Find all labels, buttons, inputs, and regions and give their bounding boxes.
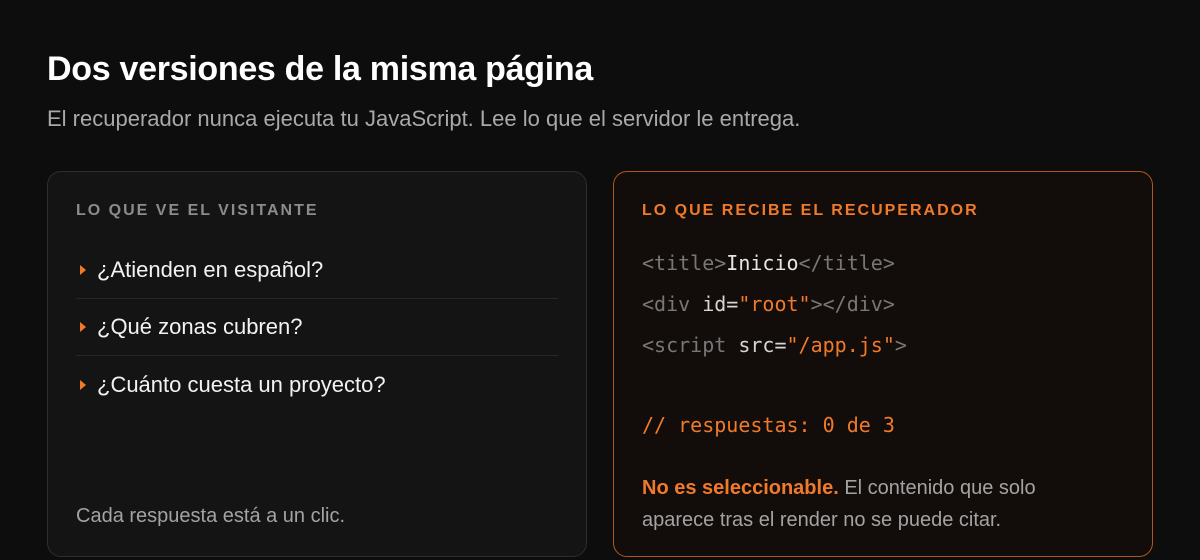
page-title: Dos versiones de la misma página bbox=[47, 50, 593, 88]
faq-item-spanish[interactable]: ¿Atienden en español? bbox=[76, 242, 558, 299]
note-strong: No es seleccionable. bbox=[642, 477, 839, 499]
visitor-card-label: LO QUE VE EL VISITANTE bbox=[76, 202, 319, 219]
retriever-note: No es seleccionable. El contenido que so… bbox=[642, 472, 1112, 536]
visitor-card: LO QUE VE EL VISITANTE ¿Atienden en espa… bbox=[47, 171, 587, 557]
code-comment: // respuestas: 0 de 3 bbox=[642, 413, 895, 437]
retriever-card: LO QUE RECIBE EL RECUPERADOR <title>Inic… bbox=[613, 171, 1153, 557]
page: Dos versiones de la misma página El recu… bbox=[0, 0, 1200, 560]
code-tag: ></div> bbox=[810, 292, 895, 316]
code-tag: </title> bbox=[798, 251, 895, 275]
faq-item-zones[interactable]: ¿Qué zonas cubren? bbox=[76, 299, 558, 356]
code-text: Inicio bbox=[726, 251, 799, 275]
faq-question: ¿Cuánto cuesta un proyecto? bbox=[97, 371, 386, 397]
code-line-title: <title>Inicio</title> bbox=[642, 250, 907, 291]
code-tag: <title> bbox=[642, 251, 727, 275]
code-tag: <div bbox=[642, 292, 703, 316]
page-subtitle: El recuperador nunca ejecuta tu JavaScri… bbox=[47, 106, 801, 131]
code-tag: <script bbox=[642, 333, 739, 357]
retriever-card-label: LO QUE RECIBE EL RECUPERADOR bbox=[642, 202, 979, 219]
code-string: "root" bbox=[738, 292, 811, 316]
visitor-card-footer: Cada respuesta está a un clic. bbox=[76, 505, 346, 527]
faq-item-cost[interactable]: ¿Cuánto cuesta un proyecto? bbox=[76, 356, 558, 413]
caret-right-icon bbox=[80, 379, 86, 390]
code-line-script: <script src="/app.js"> bbox=[642, 332, 907, 373]
code-tag: > bbox=[894, 333, 907, 357]
code-block: <title>Inicio</title> <div id="root"></d… bbox=[642, 250, 907, 373]
caret-right-icon bbox=[80, 265, 86, 275]
faq-question: ¿Qué zonas cubren? bbox=[97, 314, 303, 339]
faq-list: ¿Atienden en español? ¿Qué zonas cubren?… bbox=[76, 242, 558, 413]
code-attr: src= bbox=[738, 333, 787, 357]
code-line-div: <div id="root"></div> bbox=[642, 291, 907, 332]
code-attr: id= bbox=[702, 292, 739, 316]
caret-right-icon bbox=[80, 322, 86, 332]
code-string: "/app.js" bbox=[786, 333, 895, 357]
faq-question: ¿Atienden en español? bbox=[97, 257, 324, 282]
